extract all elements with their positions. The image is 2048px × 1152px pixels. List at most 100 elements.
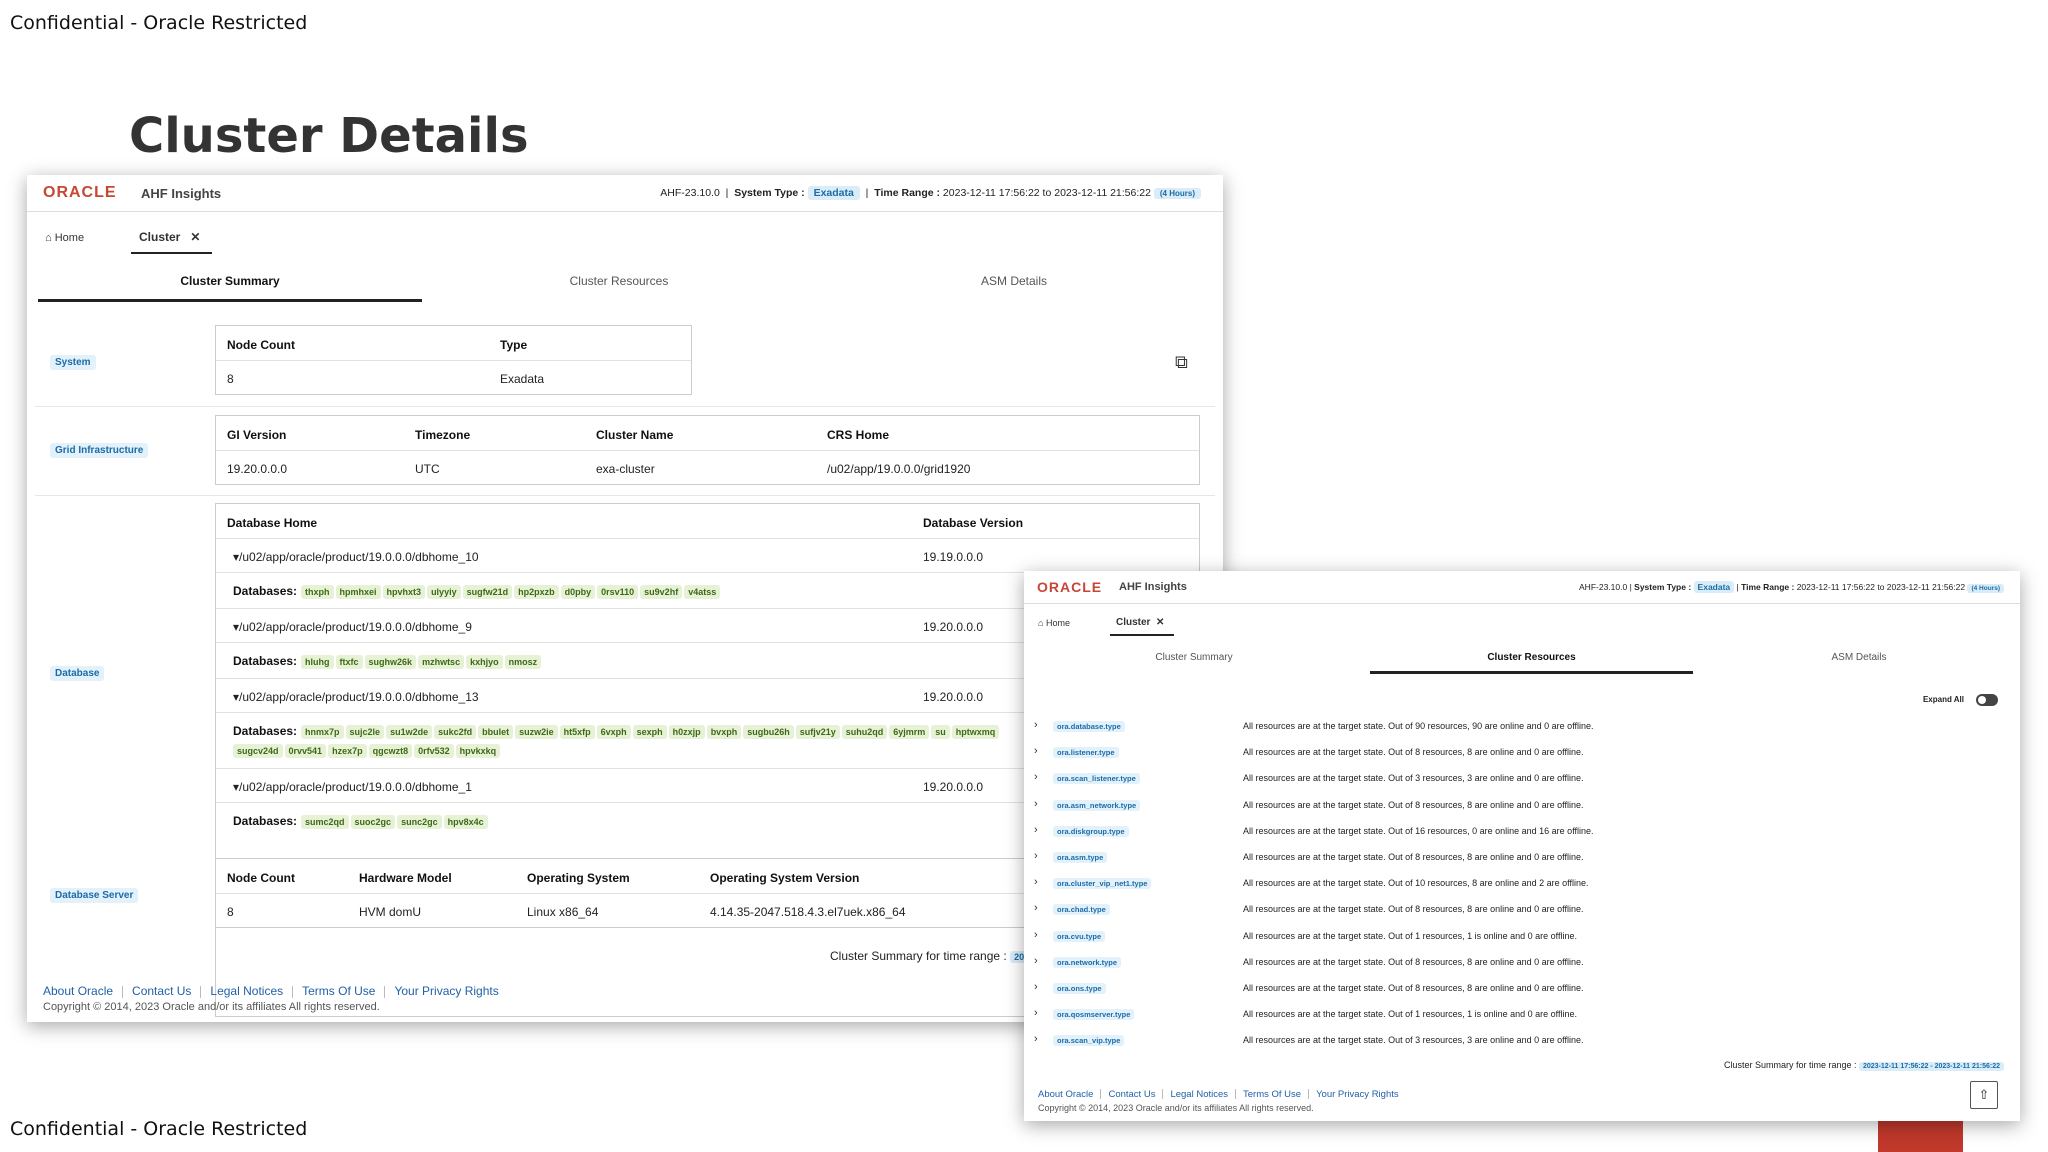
resource-row[interactable]: › ora.scan_listener.type All resources are… xyxy=(1024,771,2020,797)
database-chip[interactable]: 6yjmrm xyxy=(889,725,930,739)
resource-row[interactable]: › ora.cluster_vip_net1.type All resources … xyxy=(1024,876,2020,902)
footer-link-about[interactable]: About Oracle xyxy=(43,984,113,998)
resource-row[interactable]: › ora.ons.type All resources are at the ta… xyxy=(1024,981,2020,1007)
database-chip[interactable]: hp2pxzb xyxy=(514,585,559,599)
chevron-right-icon[interactable]: › xyxy=(1034,719,1038,731)
database-chip[interactable]: 0rfv532 xyxy=(414,744,454,758)
db-home-row[interactable]: ▾/u02/app/oracle/product/19.0.0.0/dbhome… xyxy=(233,780,472,794)
resource-row[interactable]: › ora.database.type All resources are at t… xyxy=(1024,719,2020,745)
database-chip[interactable]: sexph xyxy=(632,725,667,739)
chevron-right-icon[interactable]: › xyxy=(1034,876,1038,888)
database-chip[interactable]: hnmx7p xyxy=(301,725,344,739)
db-home-row[interactable]: ▾/u02/app/oracle/product/19.0.0.0/dbhome… xyxy=(233,620,472,634)
chevron-right-icon[interactable]: › xyxy=(1034,955,1038,967)
database-chip[interactable]: 6vxph xyxy=(596,725,631,739)
chevron-right-icon[interactable]: › xyxy=(1034,771,1038,783)
database-chip[interactable]: ulyyiy xyxy=(427,585,461,599)
chevron-right-icon[interactable]: › xyxy=(1034,745,1038,757)
chevron-right-icon[interactable]: › xyxy=(1034,1007,1038,1019)
database-chip[interactable]: kxhjyo xyxy=(466,655,503,669)
copy-icon[interactable]: ⧉ xyxy=(1175,352,1188,373)
database-chip[interactable]: suoc2gc xyxy=(350,815,396,829)
footer-link-terms[interactable]: Terms Of Use xyxy=(1243,1089,1301,1100)
database-chip[interactable]: su1w2de xyxy=(386,725,433,739)
database-chip[interactable]: ftxfc xyxy=(335,655,363,669)
footer-link-about[interactable]: About Oracle xyxy=(1038,1089,1093,1100)
database-chip[interactable]: hpv8x4c xyxy=(443,815,488,829)
database-chip[interactable]: qgcwzt8 xyxy=(368,744,413,758)
footer-link-contact[interactable]: Contact Us xyxy=(1108,1089,1155,1100)
database-chip[interactable]: mzhwtsc xyxy=(418,655,465,669)
close-icon[interactable]: ✕ xyxy=(1156,617,1164,628)
scroll-to-top-button[interactable]: ⇧ xyxy=(1970,1081,1998,1109)
home-tab[interactable]: ⌂ Home xyxy=(45,232,84,244)
database-chip[interactable]: hptwxmq xyxy=(951,725,1000,739)
product-name: AHF Insights xyxy=(141,186,222,201)
database-chip[interactable]: bvxph xyxy=(706,725,742,739)
chevron-right-icon[interactable]: › xyxy=(1034,929,1038,941)
database-chip[interactable]: sukc2fd xyxy=(434,725,477,739)
footer-link-legal[interactable]: Legal Notices xyxy=(210,984,283,998)
database-chip[interactable]: bbulet xyxy=(478,725,514,739)
database-chip[interactable]: sugcv24d xyxy=(233,744,283,758)
chevron-right-icon[interactable]: › xyxy=(1034,850,1038,862)
footer-link-contact[interactable]: Contact Us xyxy=(132,984,191,998)
database-chip[interactable]: suhu2qd xyxy=(841,725,888,739)
tab-cluster-summary[interactable]: Cluster Summary xyxy=(1024,652,1364,663)
tab-cluster-resources[interactable]: Cluster Resources xyxy=(427,274,811,288)
db-home-row[interactable]: ▾/u02/app/oracle/product/19.0.0.0/dbhome… xyxy=(233,550,479,564)
resource-row[interactable]: › ora.chad.type All resources are at the t… xyxy=(1024,902,2020,928)
resource-row[interactable]: › ora.asm_network.type All resources are a… xyxy=(1024,798,2020,824)
chevron-right-icon[interactable]: › xyxy=(1034,798,1038,810)
resource-row[interactable]: › ora.listener.type All resources are at t… xyxy=(1024,745,2020,771)
cluster-tab[interactable]: Cluster ✕ xyxy=(131,230,213,254)
database-chip[interactable]: sufjv21y xyxy=(795,725,840,739)
resource-row[interactable]: › ora.network.type All resources are at th… xyxy=(1024,955,2020,981)
database-chip[interactable]: nmosz xyxy=(504,655,542,669)
footer-link-legal[interactable]: Legal Notices xyxy=(1170,1089,1228,1100)
chevron-right-icon[interactable]: › xyxy=(1034,824,1038,836)
database-chip[interactable]: sujc2le xyxy=(345,725,385,739)
tab-asm-details[interactable]: ASM Details xyxy=(1704,652,2014,663)
database-chip[interactable]: sumc2qd xyxy=(301,815,349,829)
tab-cluster-summary[interactable]: Cluster Summary xyxy=(38,274,422,302)
database-chip[interactable]: hpvhxt3 xyxy=(382,585,426,599)
chevron-right-icon[interactable]: › xyxy=(1034,981,1038,993)
database-chip[interactable]: sugfw21d xyxy=(462,585,513,599)
database-chip[interactable]: suzw2ie xyxy=(515,725,558,739)
database-chip[interactable]: h0zxjp xyxy=(668,725,705,739)
database-chip[interactable]: ht5xfp xyxy=(559,725,595,739)
resource-row[interactable]: › ora.cvu.type All resources are at the ta… xyxy=(1024,929,2020,955)
resource-row[interactable]: › ora.asm.type All resources are at the ta… xyxy=(1024,850,2020,876)
expand-all-toggle[interactable] xyxy=(1976,694,1998,706)
database-chip[interactable]: 0rsv110 xyxy=(597,585,639,599)
database-chip[interactable]: su xyxy=(931,725,950,739)
database-chip[interactable]: hpmhxei xyxy=(335,585,381,599)
database-chip[interactable]: sughw26k xyxy=(364,655,417,669)
footer-link-terms[interactable]: Terms Of Use xyxy=(302,984,375,998)
home-tab[interactable]: ⌂ Home xyxy=(1038,618,1070,628)
resource-row[interactable]: › ora.scan_vip.type All resources are at t… xyxy=(1024,1033,2020,1059)
database-chip[interactable]: 0rvv541 xyxy=(284,744,327,758)
footer-link-privacy[interactable]: Your Privacy Rights xyxy=(394,984,498,998)
db-home-row[interactable]: ▾/u02/app/oracle/product/19.0.0.0/dbhome… xyxy=(233,690,479,704)
database-chip[interactable]: sugbu26h xyxy=(743,725,794,739)
database-chip[interactable]: hzex7p xyxy=(328,744,367,758)
database-chip[interactable]: su9v2hf xyxy=(640,585,683,599)
database-chip[interactable]: hluhg xyxy=(301,655,334,669)
tab-cluster-resources[interactable]: Cluster Resources xyxy=(1370,652,1693,674)
database-chip[interactable]: sunc2gc xyxy=(397,815,442,829)
database-chip[interactable]: d0pby xyxy=(560,585,596,599)
resource-row[interactable]: › ora.qosmserver.type All resources are at… xyxy=(1024,1007,2020,1033)
database-chip[interactable]: v4atss xyxy=(684,585,721,599)
chevron-right-icon[interactable]: › xyxy=(1034,902,1038,914)
database-chip[interactable]: thxph xyxy=(301,585,334,599)
resource-row[interactable]: › ora.diskgroup.type All resources are at … xyxy=(1024,824,2020,850)
cluster-tab[interactable]: Cluster ✕ xyxy=(1110,617,1175,636)
time-range-text: 2023-12-11 17:56:22 to 2023-12-11 21:56:… xyxy=(942,187,1151,199)
footer-link-privacy[interactable]: Your Privacy Rights xyxy=(1316,1089,1399,1100)
database-chip[interactable]: hpvkxkq xyxy=(455,744,501,758)
chevron-right-icon[interactable]: › xyxy=(1034,1033,1038,1045)
tab-asm-details[interactable]: ASM Details xyxy=(822,274,1206,288)
close-icon[interactable]: ✕ xyxy=(190,230,200,244)
